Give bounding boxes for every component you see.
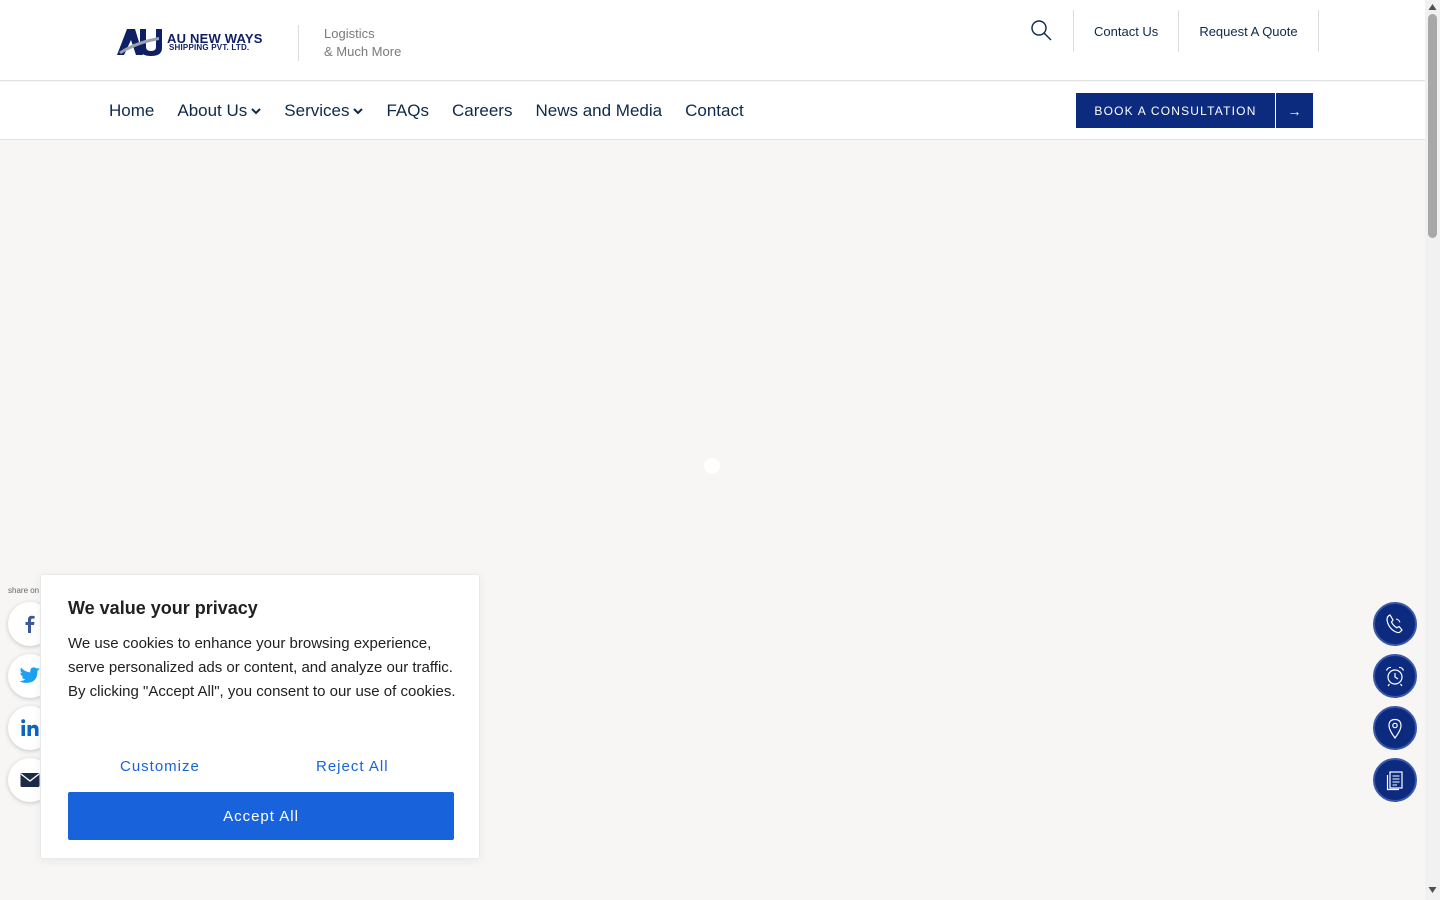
scroll-down-icon[interactable] (1428, 886, 1437, 894)
nav-item-services[interactable]: Services (284, 101, 364, 121)
cookie-consent-banner: We value your privacy We use cookies to … (40, 574, 480, 859)
top-header: AU NEW WAYS SHIPPING PVT. LTD. Logistics… (0, 0, 1425, 81)
nav-item-contact[interactable]: Contact (685, 101, 744, 121)
email-icon (20, 773, 40, 787)
main-navbar: Home About Us Services FAQs Careers News… (0, 82, 1425, 140)
chevron-down-icon (251, 108, 262, 115)
location-button[interactable] (1373, 706, 1417, 750)
brochure-button[interactable] (1373, 758, 1417, 802)
twitter-icon (19, 667, 41, 683)
company-logo[interactable]: AU NEW WAYS SHIPPING PVT. LTD. (115, 27, 275, 59)
nav-item-label: Careers (452, 101, 513, 120)
reject-all-button[interactable]: Reject All (316, 758, 389, 775)
arrow-right-icon: → (1276, 93, 1313, 128)
top-links: Contact Us Request A Quote (1073, 10, 1319, 52)
nav-item-home[interactable]: Home (109, 101, 154, 121)
scrollbar-thumb[interactable] (1428, 14, 1437, 238)
logo-subtitle: SHIPPING PVT. LTD. (169, 43, 250, 52)
loading-indicator (704, 458, 720, 474)
customize-button[interactable]: Customize (120, 758, 200, 775)
nav-item-label: About Us (177, 101, 248, 120)
tagline-line-1: Logistics (324, 26, 375, 41)
tagline-line-2: & Much More (324, 44, 402, 59)
nav-item-careers[interactable]: Careers (452, 101, 512, 121)
book-consultation-label: BOOK A CONSULTATION (1076, 93, 1275, 128)
nav-item-news-and-media[interactable]: News and Media (535, 101, 662, 121)
share-label: share on (8, 586, 40, 595)
nav-item-label: Services (284, 101, 350, 120)
nav-item-faqs[interactable]: FAQs (386, 101, 429, 121)
nav-item-label: News and Media (535, 101, 663, 120)
cookie-title: We value your privacy (68, 598, 258, 618)
phone-icon (1386, 614, 1403, 634)
search-icon[interactable] (1030, 19, 1052, 41)
nav-item-label: FAQs (386, 101, 429, 120)
header-divider (298, 25, 299, 61)
linkedin-icon (21, 719, 39, 736)
call-button[interactable] (1373, 602, 1417, 646)
location-pin-icon (1388, 718, 1402, 739)
tagline: Logistics & Much More (324, 25, 401, 61)
nav-item-label: Home (109, 101, 155, 120)
hours-button[interactable] (1373, 654, 1417, 698)
alarm-clock-icon (1385, 666, 1405, 687)
cookie-description: We use cookies to enhance your browsing … (68, 635, 456, 700)
nav-item-about-us[interactable]: About Us (177, 101, 262, 121)
request-quote-link[interactable]: Request A Quote (1178, 10, 1319, 52)
main-nav: Home About Us Services FAQs Careers News… (109, 82, 767, 140)
document-icon (1386, 771, 1403, 791)
book-consultation-button[interactable]: BOOK A CONSULTATION → (1076, 93, 1313, 128)
nav-item-label: Contact (685, 101, 744, 120)
contact-us-link[interactable]: Contact Us (1073, 10, 1178, 52)
scroll-up-icon[interactable] (1428, 3, 1437, 11)
logo-mark-icon (117, 29, 162, 56)
accept-all-button[interactable]: Accept All (68, 792, 454, 840)
facebook-icon (25, 615, 35, 633)
page-scrollbar[interactable] (1425, 0, 1440, 900)
chevron-down-icon (353, 108, 364, 115)
